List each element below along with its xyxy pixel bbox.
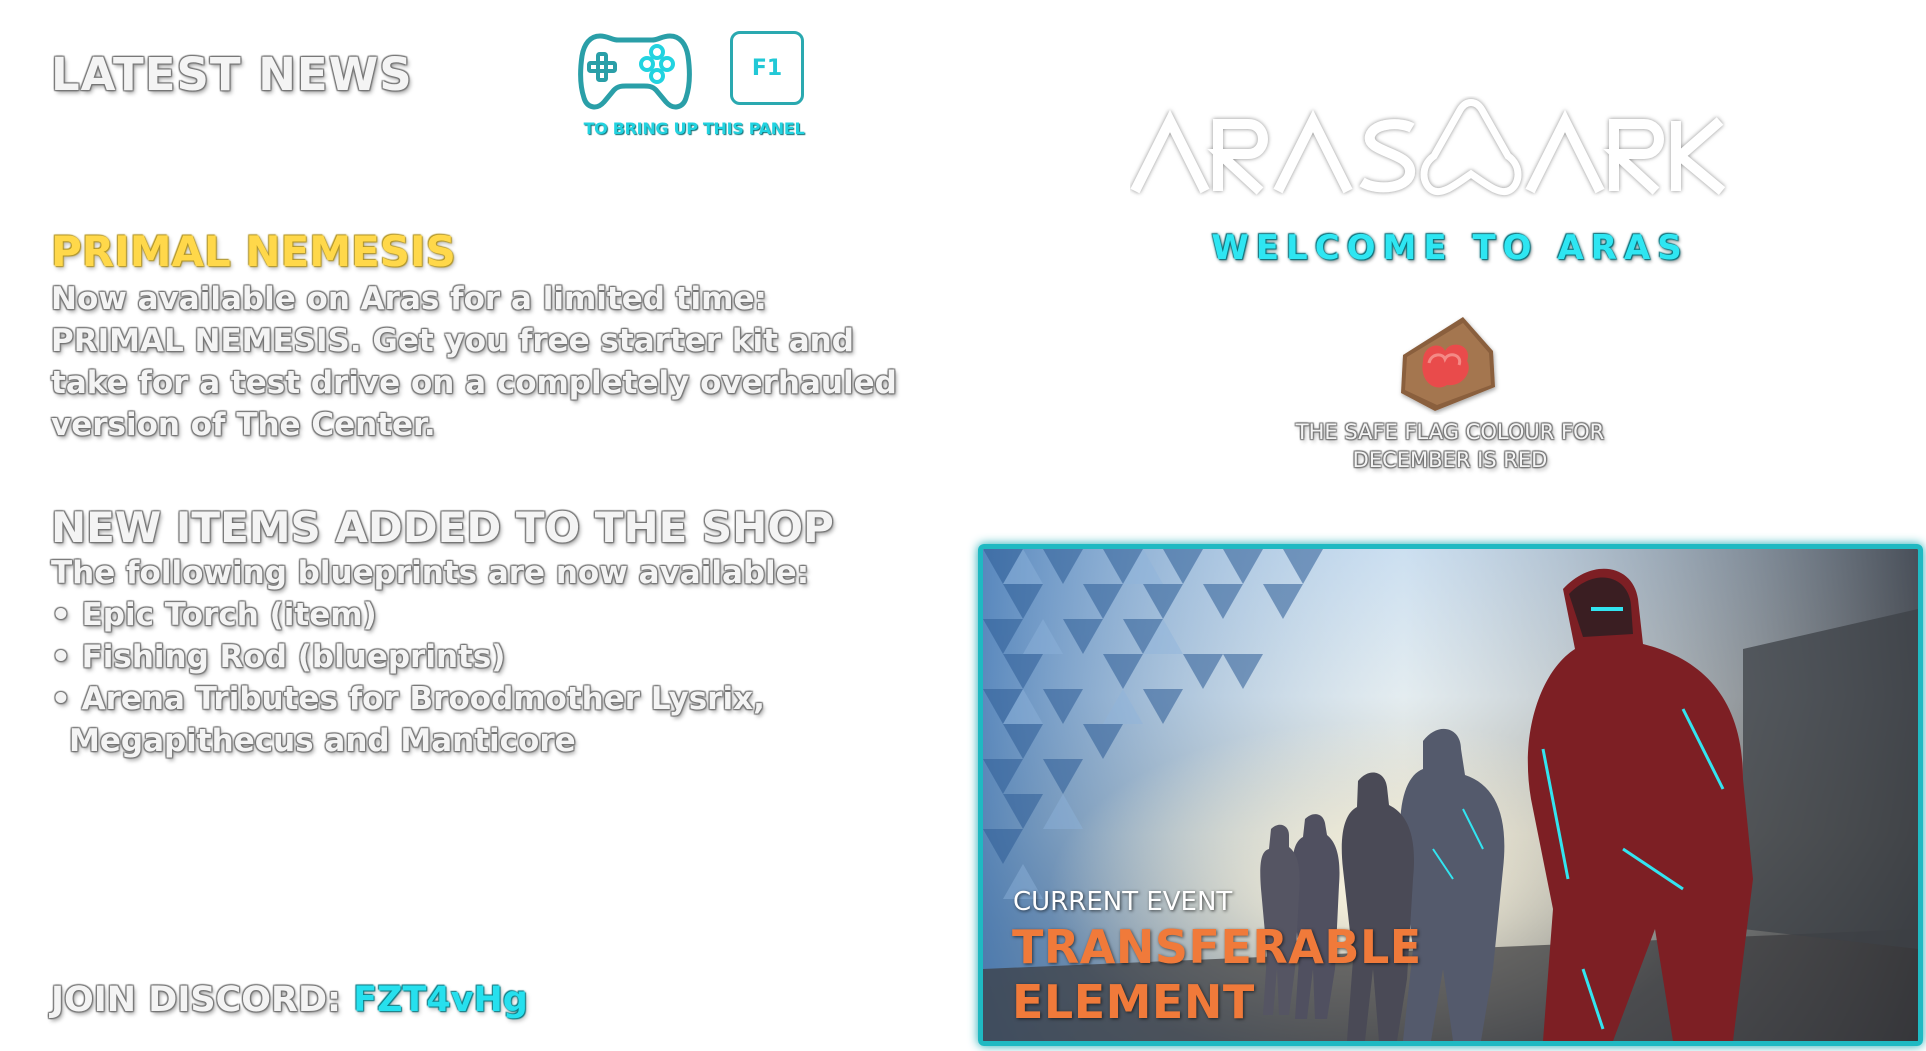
current-event-label: CURRENT EVENT bbox=[1013, 887, 1233, 917]
discord-invite: JOIN DISCORD: FZT4vHg bbox=[51, 980, 528, 1020]
list-item: Megapithecus and Manticore bbox=[69, 723, 576, 759]
current-event-card[interactable]: CURRENT EVENT TRANSFERABLE ELEMENT bbox=[978, 544, 1923, 1046]
safe-flag-notice: THE SAFE FLAG COLOUR FOR DECEMBER IS RED bbox=[1230, 418, 1670, 474]
news-item-primal: PRIMAL NEMESIS Now available on Aras for… bbox=[51, 228, 901, 446]
news-item-intro: The following blueprints are now availab… bbox=[51, 555, 810, 591]
discord-code[interactable]: FZT4vHg bbox=[353, 980, 528, 1020]
list-item: • Fishing Rod (blueprints) bbox=[51, 639, 506, 675]
news-list: PRIMAL NEMESIS Now available on Aras for… bbox=[51, 228, 901, 762]
list-item: • Arena Tributes for Broodmother Lysrix, bbox=[51, 681, 765, 717]
news-item-shop: NEW ITEMS ADDED TO THE SHOP The followin… bbox=[51, 504, 901, 762]
discord-label: JOIN DISCORD: bbox=[51, 980, 341, 1020]
event-name-line: TRANSFERABLE bbox=[1012, 920, 1422, 974]
safe-flag-line: THE SAFE FLAG COLOUR FOR bbox=[1295, 420, 1605, 444]
gamepad-icon bbox=[578, 30, 692, 112]
event-name-line: ELEMENT bbox=[1012, 975, 1255, 1029]
welcome-banner: WELCOME TO ARAS bbox=[1211, 228, 1689, 268]
panel-hint-label: TO BRING UP THIS PANEL bbox=[583, 119, 805, 138]
news-item-body: Now available on Aras for a limited time… bbox=[51, 281, 897, 443]
news-item-title: PRIMAL NEMESIS bbox=[51, 227, 456, 276]
latest-news-title: LATEST NEWS bbox=[51, 48, 413, 101]
news-item-title: NEW ITEMS ADDED TO THE SHOP bbox=[51, 503, 834, 552]
aras-ark-logo bbox=[1130, 96, 1770, 206]
list-item: • Epic Torch (item) bbox=[51, 597, 377, 633]
flag-icon bbox=[1393, 315, 1505, 415]
f1-key-badge: F1 bbox=[730, 31, 804, 105]
event-name: TRANSFERABLE ELEMENT bbox=[1012, 920, 1422, 1030]
safe-flag-line: DECEMBER IS RED bbox=[1352, 448, 1548, 472]
